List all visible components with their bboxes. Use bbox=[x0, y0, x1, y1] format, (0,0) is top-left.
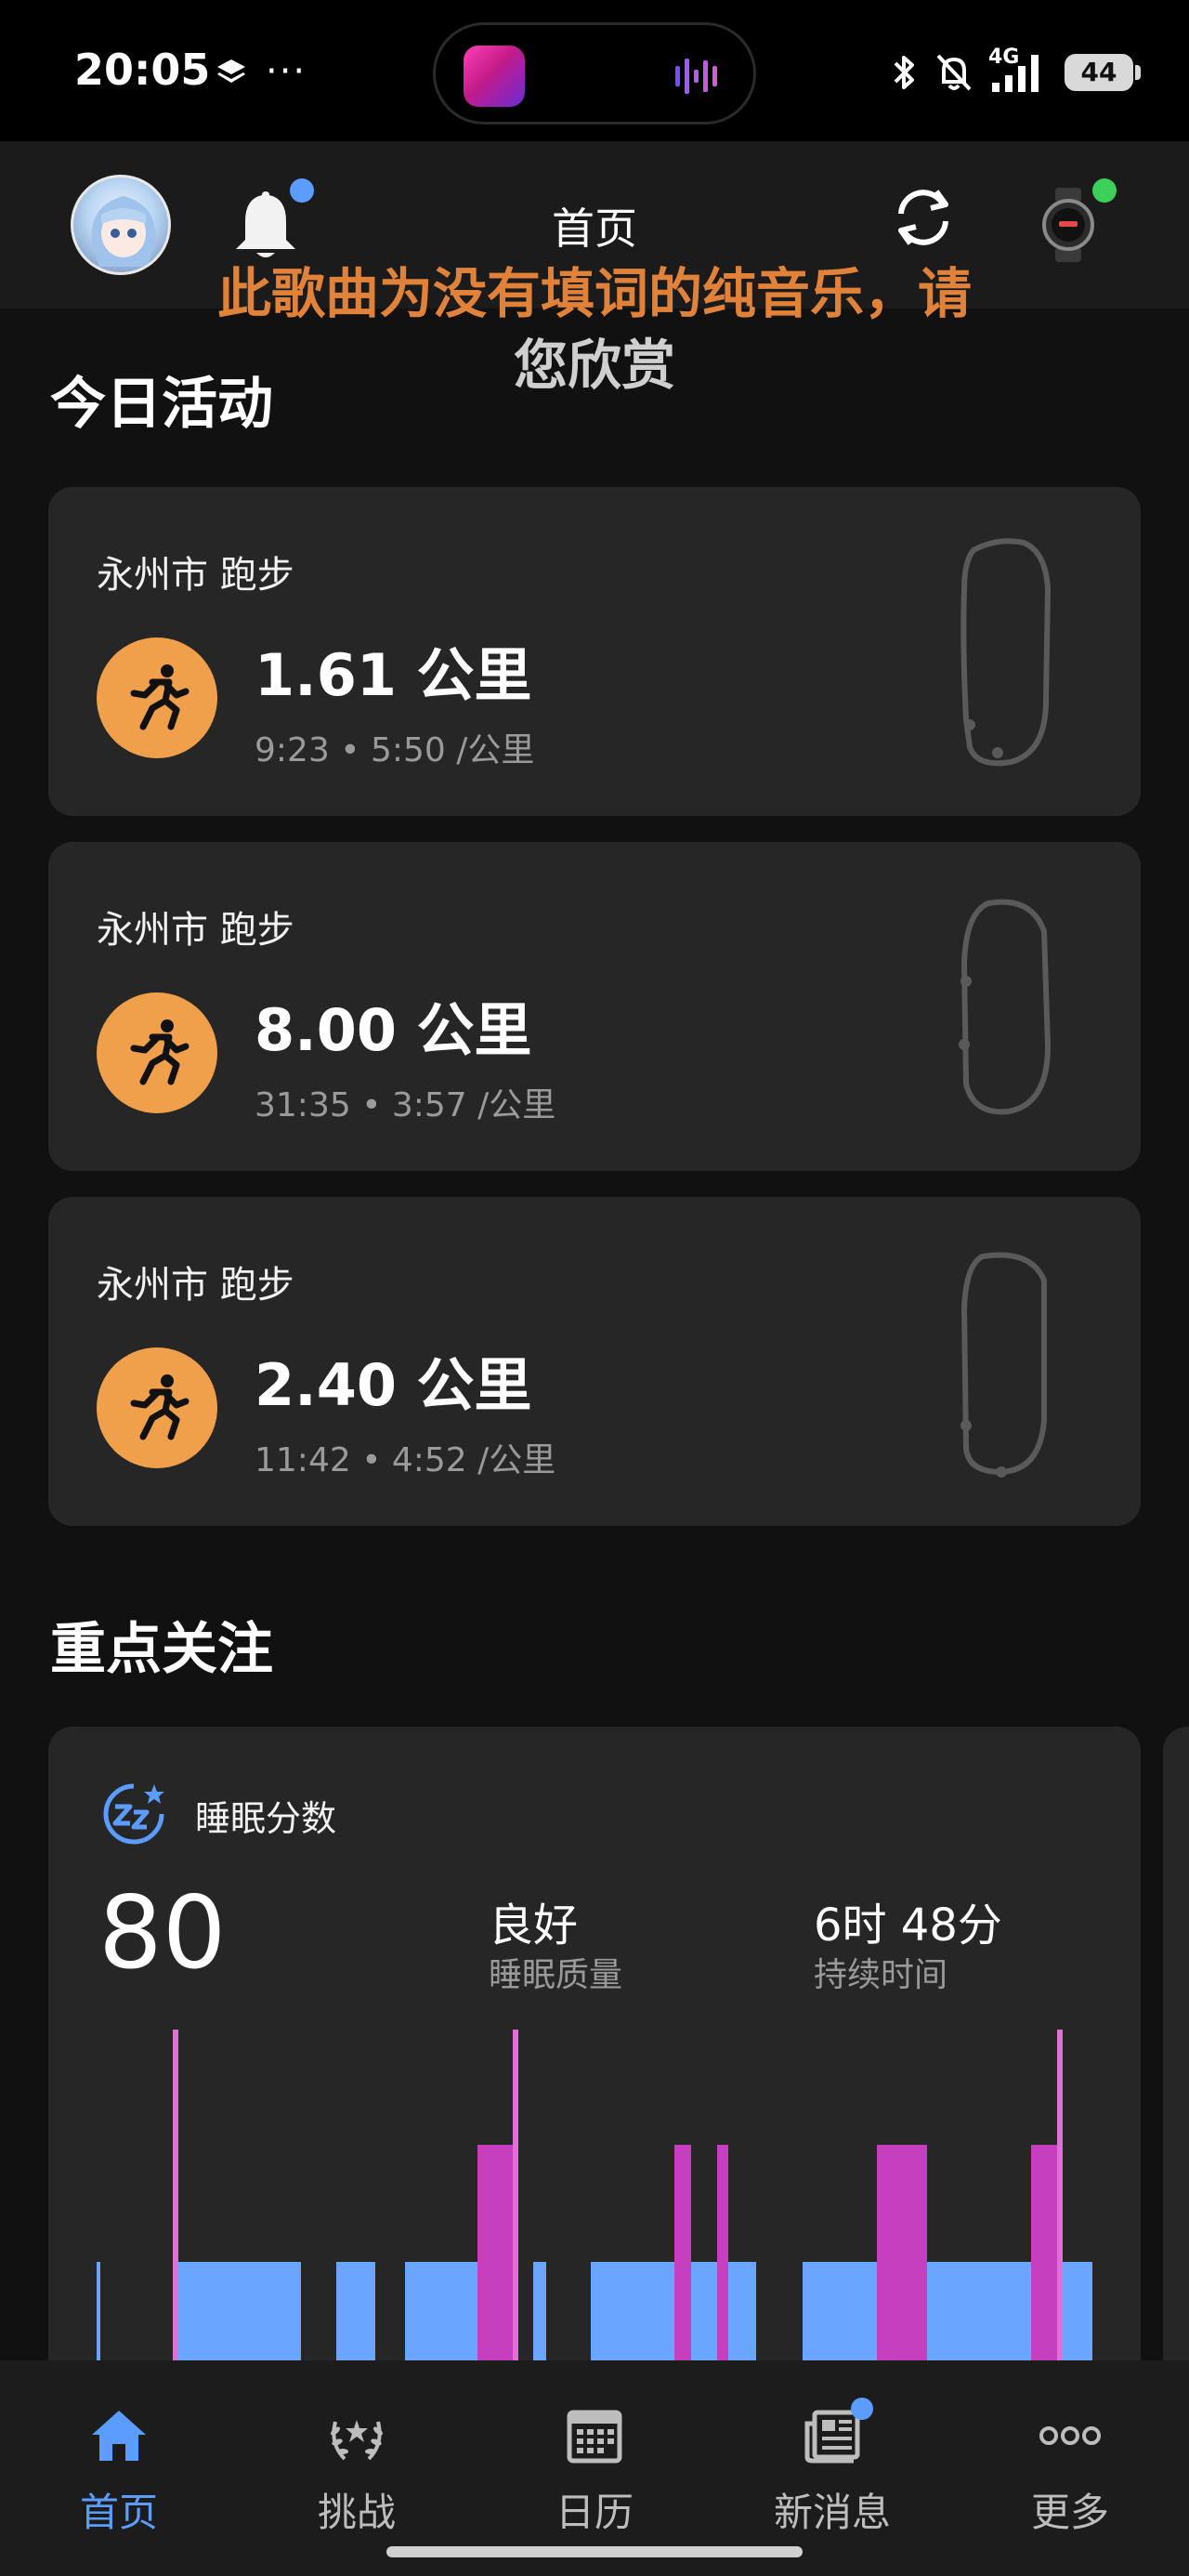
running-activity-badge bbox=[97, 992, 217, 1113]
album-art bbox=[464, 46, 525, 107]
sleep-stage-awake bbox=[513, 2030, 518, 2383]
nav-label-home: 首页 bbox=[79, 2490, 158, 2535]
activity-distance: 8.00 公里 bbox=[255, 996, 532, 1064]
sleep-stage-rem bbox=[477, 2145, 515, 2383]
bell-muted-icon bbox=[936, 54, 972, 91]
route-map-thumbnail bbox=[960, 1252, 1047, 1478]
floating-lyric-line-2[interactable]: 您欣赏 bbox=[176, 323, 1013, 407]
sleep-stages-chart bbox=[97, 2030, 1092, 2383]
home-indicator[interactable] bbox=[386, 2546, 803, 2557]
activity-card[interactable]: 永州市 跑步 1.61 公里 9:23 • 5:50 /公里 bbox=[48, 487, 1141, 816]
activity-location: 永州市 跑步 bbox=[97, 909, 294, 952]
sleep-score-label: 睡眠分数 bbox=[195, 1798, 337, 1839]
sleep-score-value: 80 bbox=[98, 1875, 227, 1991]
running-person-icon bbox=[130, 664, 189, 730]
section-title-today: 今日活动 bbox=[50, 372, 273, 437]
running-activity-badge bbox=[97, 1347, 217, 1468]
status-bar: 20:05 ··· 4G 44 bbox=[0, 0, 1189, 141]
running-person-icon bbox=[130, 1019, 189, 1085]
sleep-stage-rem bbox=[674, 2145, 691, 2383]
sync-icon[interactable] bbox=[888, 182, 959, 253]
nav-label-more: 更多 bbox=[1030, 2490, 1109, 2535]
sleep-stage-rem bbox=[717, 2145, 728, 2383]
bluetooth-icon bbox=[894, 56, 914, 89]
newsfeed-badge bbox=[851, 2398, 873, 2420]
activity-location: 永州市 跑步 bbox=[97, 1264, 294, 1307]
nav-label-calendar: 日历 bbox=[555, 2490, 634, 2535]
sleep-quality-value: 良好 bbox=[489, 1899, 579, 1952]
nav-more[interactable]: 更多 bbox=[977, 2379, 1163, 2565]
nav-home[interactable]: 首页 bbox=[26, 2379, 212, 2565]
activity-distance: 2.40 公里 bbox=[255, 1351, 532, 1419]
running-activity-badge bbox=[97, 637, 217, 758]
nav-label-newsfeed: 新消息 bbox=[773, 2490, 891, 2535]
status-icons: 4G 44 bbox=[888, 45, 1141, 100]
section-title-focus: 重点关注 bbox=[50, 1617, 273, 1682]
watch-device-icon[interactable] bbox=[1039, 186, 1098, 264]
activity-location: 永州市 跑步 bbox=[97, 554, 294, 597]
battery-indicator: 44 bbox=[1065, 54, 1141, 91]
nav-challenges[interactable]: 挑战 bbox=[264, 2379, 450, 2565]
home-icon bbox=[92, 2411, 146, 2461]
dynamic-island-music[interactable] bbox=[433, 22, 756, 125]
status-more-indicator: ··· bbox=[266, 50, 307, 93]
sleep-duration-value: 6时 48分 bbox=[814, 1899, 1002, 1952]
activity-card[interactable]: 永州市 跑步 2.40 公里 11:42 • 4:52 /公里 bbox=[48, 1197, 1141, 1526]
sleep-quality-label: 睡眠质量 bbox=[489, 1956, 623, 1994]
activity-time-pace: 31:35 • 3:57 /公里 bbox=[255, 1086, 556, 1124]
sleep-stage-rem bbox=[877, 2145, 927, 2383]
bottom-navigation: 首页 挑战 日历 新消息 更多 bbox=[0, 2360, 1189, 2576]
nav-label-challenges: 挑战 bbox=[317, 2490, 396, 2535]
device-connected-badge bbox=[1092, 178, 1117, 203]
sleep-stage-awake bbox=[173, 2030, 178, 2383]
more-icon bbox=[1039, 2426, 1101, 2445]
route-map-thumbnail bbox=[959, 899, 1052, 1115]
sleep-zz-icon bbox=[103, 1783, 164, 1845]
nav-calendar[interactable]: 日历 bbox=[502, 2379, 687, 2565]
layers-icon bbox=[217, 59, 245, 83]
sleep-stage-awake bbox=[1057, 2030, 1063, 2383]
signal-bars-icon bbox=[992, 55, 1039, 92]
laurel-icon bbox=[331, 2420, 383, 2461]
sleep-stage-rem bbox=[1031, 2145, 1059, 2383]
nav-newsfeed[interactable]: 新消息 bbox=[739, 2379, 925, 2565]
status-time: 20:05 bbox=[74, 45, 211, 95]
activity-distance: 1.61 公里 bbox=[255, 641, 532, 709]
activity-time-pace: 11:42 • 4:52 /公里 bbox=[255, 1441, 556, 1479]
route-map-thumbnail bbox=[960, 538, 1052, 767]
cellular-signal: 4G bbox=[988, 46, 1050, 94]
audio-wave-icon bbox=[675, 59, 717, 94]
activity-time-pace: 9:23 • 5:50 /公里 bbox=[255, 731, 535, 769]
calendar-icon bbox=[567, 2410, 622, 2464]
activity-card[interactable]: 永州市 跑步 8.00 公里 31:35 • 3:57 /公里 bbox=[48, 842, 1141, 1171]
sleep-duration-label: 持续时间 bbox=[814, 1956, 948, 1994]
running-person-icon bbox=[130, 1374, 189, 1440]
